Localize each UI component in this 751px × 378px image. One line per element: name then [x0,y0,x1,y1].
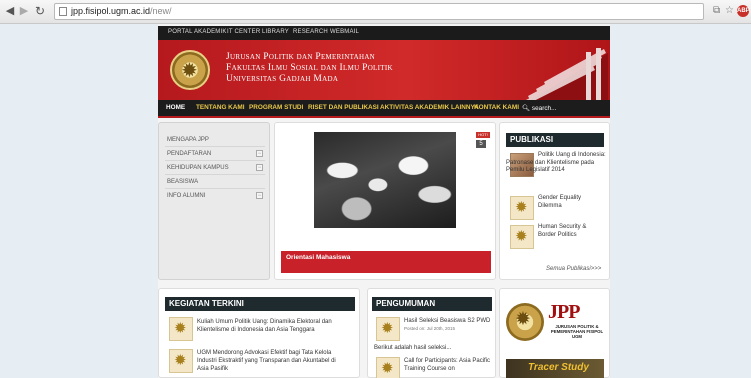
nav-tentang-kami[interactable]: TENTANG KAMI [196,104,245,111]
top-links-bar: PORTAL AKADEMIK IT CENTER LIBRARY RESEAR… [158,26,610,40]
pengumuman-panel: PENGUMUMAN Hasil Seleksi Beasiswa S2 PWD… [367,288,496,378]
translate-icon[interactable]: ⧉ [713,5,720,16]
forward-arrow-icon[interactable]: ▶ [18,5,30,17]
publikasi-heading: PUBLIKASI [506,133,604,147]
sidebar-item-label: KEHIDUPAN KAMPUS [167,165,229,171]
sidebar-item-label: MENGAPA JPP [167,137,209,143]
sidebar-item-pendaftaran[interactable]: PENDAFTARAN − [167,150,263,157]
topbar-link-portal[interactable]: PORTAL AKADEMIK [168,29,227,35]
jpp-logo-text: JPP [548,301,580,323]
jpp-logo[interactable]: JPP JURUSAN POLITIK & PEMERINTAHAN FISIP… [506,299,604,347]
sidebar-item-label: BEASISWA [167,179,199,185]
site-header: Jurusan Politik dan Pemerintahan Fakulta… [158,40,610,100]
publikasi-panel: PUBLIKASI Politik Uang di Indonesia: Pat… [499,122,610,280]
hot-badge: HOT! [476,132,490,138]
ugm-seal-thumbnail-icon[interactable] [169,349,193,373]
collapse-toggle-icon[interactable]: − [256,150,263,157]
topbar-link-it-center[interactable]: IT CENTER [227,29,260,35]
publication-link[interactable]: Gender Equality Dilemma [538,195,602,210]
kegiatan-heading: KEGIATAN TERKINI [165,297,355,311]
collapse-toggle-icon[interactable]: − [256,164,263,171]
nav-riset-publikasi[interactable]: RISET DAN PUBLIKASI [308,104,379,111]
nav-search[interactable]: 🔍︎ search... [522,104,556,112]
left-sidebar: MENGAPA JPP PENDAFTARAN − KEHIDUPAN KAMPU… [158,122,270,280]
sidebar-item-label: INFO ALUMNI [167,193,206,199]
topbar-link-library[interactable]: LIBRARY [262,29,289,35]
ugm-seal-icon[interactable] [170,50,210,90]
topbar-link-research[interactable]: RESEARCH [293,29,328,35]
jpp-seal-icon [506,303,544,341]
slide-counter[interactable]: 5 [476,140,486,148]
news-link[interactable]: UGM Mendorong Advokasi Efektif bagi Tata… [197,349,347,373]
back-arrow-icon[interactable]: ◀ [4,5,16,17]
collapse-toggle-icon[interactable]: − [256,192,263,199]
header-line-3: Universitas Gadjah Mada [226,74,339,84]
pengumuman-heading: PENGUMUMAN [372,297,492,311]
ugm-seal-thumbnail-icon[interactable] [376,317,400,341]
tracer-study-banner[interactable]: Tracer Study [506,359,604,378]
search-label: search... [531,105,557,112]
main-navigation: HOME TENTANG KAMI PROGRAM STUDI RISET DA… [158,100,610,118]
news-link[interactable]: Kuliah Umum Politik Uang: Dinamika Elekt… [197,318,347,334]
ugm-seal-thumbnail-icon[interactable] [510,225,534,249]
announcement-excerpt: Berikut adalah hasil seleksi... [374,345,452,351]
jpp-logo-panel: JPP JURUSAN POLITIK & PEMERINTAHAN FISIP… [499,288,610,378]
ugm-seal-thumbnail-icon[interactable] [510,196,534,220]
bookmark-star-icon[interactable]: ☆ [725,5,734,16]
nav-kontak-kami[interactable]: KONTAK KAMI [474,104,519,111]
announcement-title: Hasil Seleksi Beasiswa S2 PWD [404,318,491,324]
nav-home[interactable]: HOME [166,104,185,111]
sidebar-item-kehidupan-kampus[interactable]: KEHIDUPAN KAMPUS − [167,164,263,171]
url-host: jpp.fisipol.ugm.ac.id [71,6,151,16]
ugm-seal-thumbnail-icon[interactable] [169,317,193,341]
kegiatan-panel: KEGIATAN TERKINI Kuliah Umum Politik Uan… [158,288,360,378]
publication-link[interactable]: Human Security & Border Politics [538,224,602,239]
sidebar-item-beasiswa[interactable]: BEASISWA [167,179,263,185]
sidebar-divider [165,160,265,161]
sidebar-item-label: PENDAFTARAN [167,151,212,157]
search-icon: 🔍︎ [522,105,531,112]
sidebar-divider [165,174,265,175]
all-publications-link[interactable]: Semua Publikasi>>> [546,266,601,272]
header-line-1: Jurusan Politik dan Pemerintahan [226,52,376,62]
url-path: /new/ [150,6,172,16]
site-title: Jurusan Politik dan Pemerintahan Fakulta… [226,52,393,85]
featured-slider: HOT! 5 Orientasi Mahasiswa [274,122,496,280]
browser-toolbar: ◀ ▶ ↻ jpp.fisipol.ugm.ac.id/new/ ⧉ ☆ ABP [0,0,751,24]
ugm-seal-thumbnail-icon[interactable] [376,357,400,378]
page-icon [59,7,67,16]
address-bar[interactable]: jpp.fisipol.ugm.ac.id/new/ [54,3,704,20]
sidebar-divider [165,146,265,147]
nav-aktivitas-akademik[interactable]: AKTIVITAS AKADEMIK LAINNYA [380,104,479,111]
posted-date: Posted on: Jul 20th, 2015 [404,326,456,331]
topbar-link-webmail[interactable]: WEBMAIL [330,29,359,35]
sidebar-item-mengapa-jpp[interactable]: MENGAPA JPP [167,137,263,143]
building-graphic [525,48,608,100]
announcement-link[interactable]: Hasil Seleksi Beasiswa S2 PWD Posted on:… [404,317,492,333]
announcement-link[interactable]: Call for Participants: Asia Pacific Trai… [404,357,492,373]
slide-photo[interactable] [314,132,456,228]
slide-caption[interactable]: Orientasi Mahasiswa [281,251,491,273]
header-line-2: Fakultas Ilmu Sosial dan Ilmu Politik [226,63,393,73]
reload-icon[interactable]: ↻ [34,5,46,17]
jpp-logo-subtitle: JURUSAN POLITIK & PEMERINTAHAN FISIPOL U… [550,324,604,340]
sidebar-item-info-alumni[interactable]: INFO ALUMNI − [167,192,263,199]
nav-program-studi[interactable]: PROGRAM STUDI [249,104,303,111]
publication-link[interactable]: Politik Uang di Indonesia: Patronase dan… [506,152,606,175]
adblock-icon[interactable]: ABP [737,5,750,17]
sidebar-divider [165,188,265,189]
